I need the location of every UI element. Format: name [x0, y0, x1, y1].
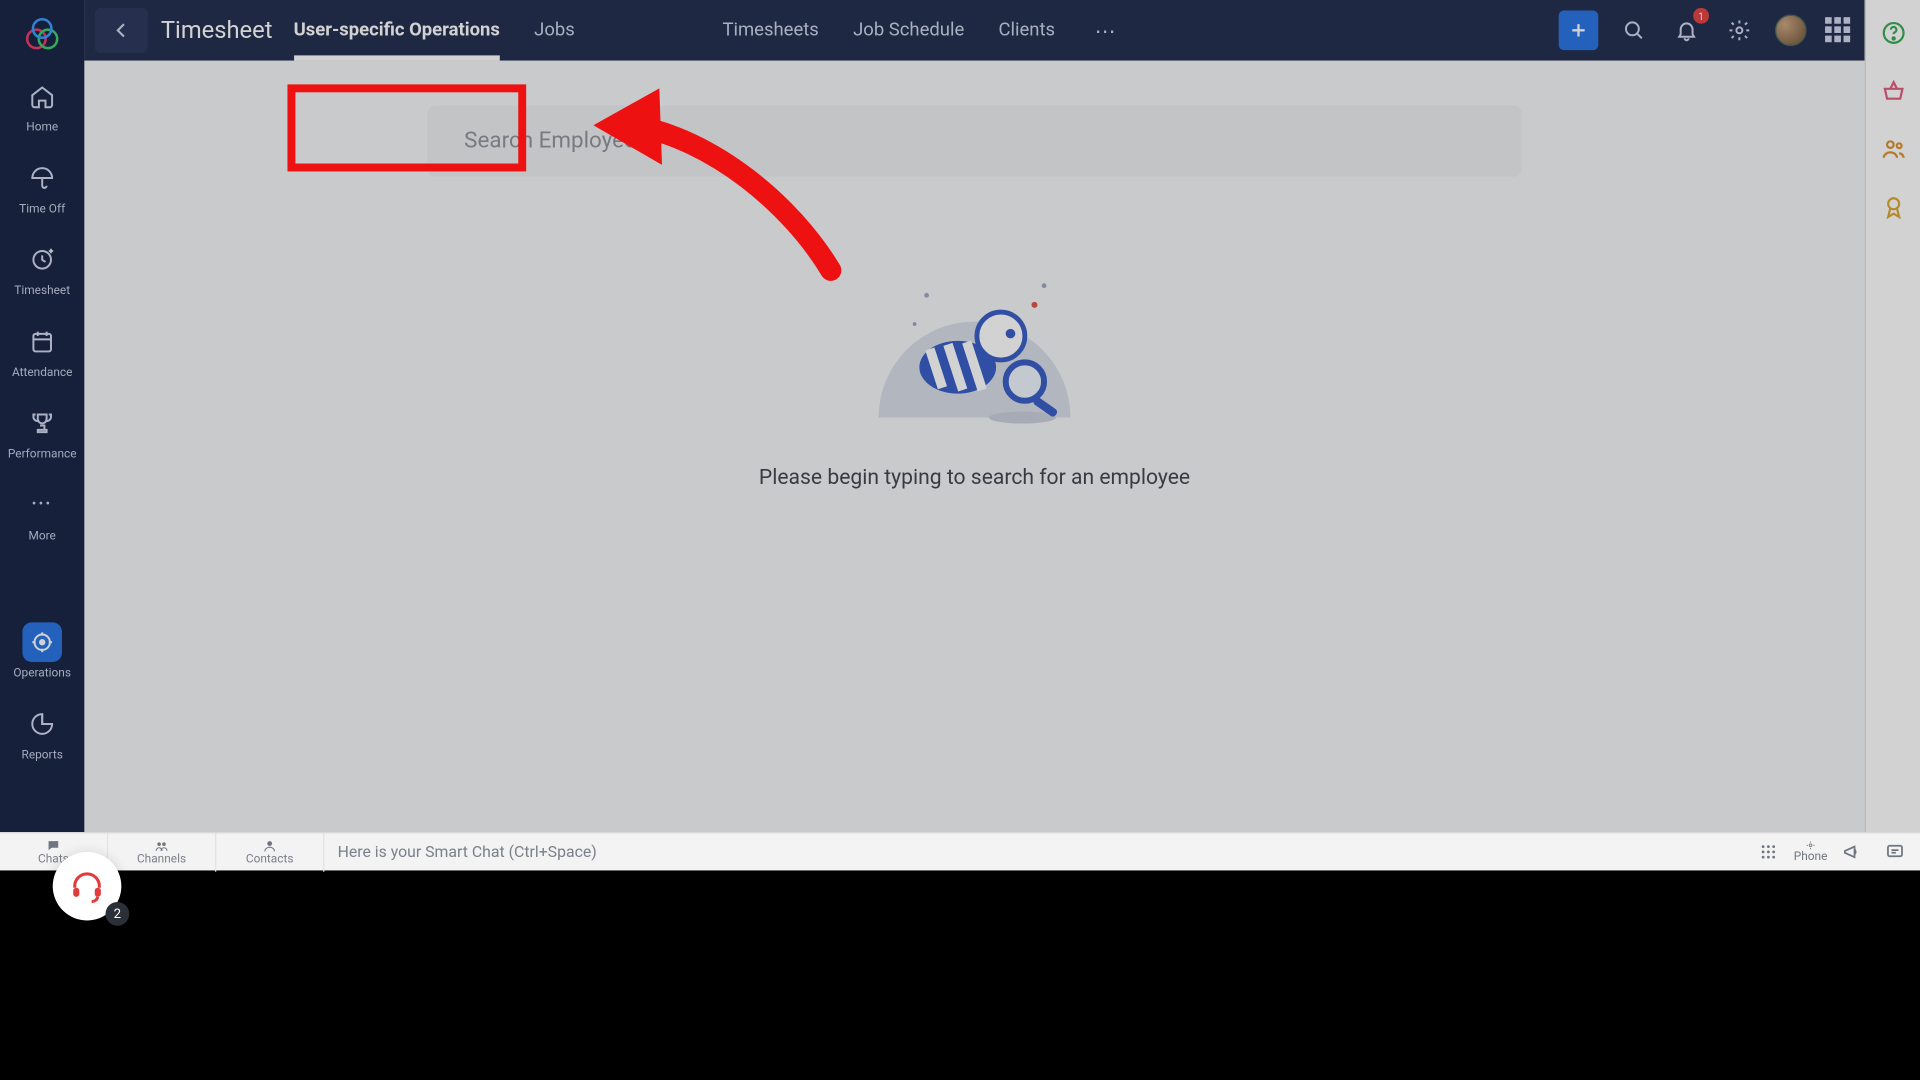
- trophy-icon: [29, 410, 55, 436]
- operations-icon: [29, 629, 55, 655]
- basket-button[interactable]: [1878, 76, 1907, 105]
- rail-item-performance[interactable]: Performance: [0, 393, 84, 475]
- right-utility-panel: [1865, 0, 1920, 832]
- rail-label: More: [29, 530, 56, 543]
- rail-label: Reports: [22, 749, 63, 762]
- tab-label: Jobs: [534, 20, 575, 41]
- pie-chart-icon: [29, 711, 55, 737]
- dialpad-button[interactable]: [1757, 840, 1781, 864]
- gear-small-icon: [1803, 840, 1819, 851]
- help-circle-icon: [1880, 20, 1906, 46]
- home-icon: [29, 83, 55, 109]
- headset-icon: [69, 868, 106, 905]
- channels-icon: [153, 838, 170, 853]
- user-avatar[interactable]: [1775, 15, 1807, 47]
- chat-bar-right: Phone: [1757, 840, 1920, 864]
- top-tabs: User-specific Operations Jobs Timesheets…: [294, 0, 1121, 61]
- award-icon: [1880, 194, 1906, 220]
- dialpad-icon: [1758, 841, 1779, 862]
- rail-label: Home: [26, 121, 58, 134]
- top-right-actions: 1: [1559, 11, 1865, 51]
- clock-plus-icon: [29, 247, 55, 273]
- tab-user-specific-operations[interactable]: User-specific Operations: [294, 0, 500, 61]
- settings-button[interactable]: [1722, 13, 1756, 47]
- smart-chat-placeholder[interactable]: Here is your Smart Chat (Ctrl+Space): [324, 843, 1756, 861]
- phone-button[interactable]: Phone: [1799, 840, 1823, 864]
- gear-icon: [1727, 18, 1751, 42]
- tab-label: Job Schedule: [853, 20, 964, 41]
- rail-item-home[interactable]: Home: [0, 66, 84, 148]
- chat-tab-channels[interactable]: Channels: [108, 833, 216, 871]
- notifications-button[interactable]: 1: [1669, 13, 1703, 47]
- main-content: Please begin typing to search for an emp…: [84, 61, 1864, 832]
- search-icon: [1622, 18, 1646, 42]
- apps-launcher-button[interactable]: [1825, 17, 1851, 43]
- help-button[interactable]: [1878, 18, 1907, 47]
- tab-clients[interactable]: Clients: [999, 0, 1056, 61]
- top-bar: Timesheet User-specific Operations Jobs …: [84, 0, 1864, 61]
- rail-item-more[interactable]: ••• More: [0, 475, 84, 557]
- bell-icon: [1675, 18, 1699, 42]
- chat-tab-label: Channels: [137, 853, 186, 866]
- inbox-button[interactable]: [1883, 840, 1907, 864]
- chat-tab-contacts[interactable]: Contacts: [216, 833, 324, 871]
- empty-state-illustration: [843, 235, 1107, 433]
- tab-timesheets[interactable]: Timesheets: [722, 0, 818, 61]
- rail-item-reports[interactable]: Reports: [0, 694, 84, 776]
- calendar-icon: [29, 328, 55, 354]
- rail-label: Time Off: [19, 203, 65, 216]
- phone-label: Phone: [1794, 851, 1828, 864]
- announce-button[interactable]: [1841, 840, 1865, 864]
- back-button[interactable]: [95, 8, 148, 53]
- rail-label: Attendance: [12, 367, 72, 380]
- tab-label: Clients: [999, 20, 1056, 41]
- people-button[interactable]: [1878, 135, 1907, 164]
- basket-icon: [1880, 78, 1906, 104]
- tab-job-schedule[interactable]: Job Schedule: [853, 0, 964, 61]
- tabs-overflow-button[interactable]: ⋯: [1089, 0, 1121, 61]
- people-icon: [1880, 136, 1906, 162]
- rail-item-attendance[interactable]: Attendance: [0, 311, 84, 393]
- empty-state-hint: Please begin typing to search for an emp…: [84, 464, 1864, 489]
- badge-button[interactable]: [1878, 193, 1907, 222]
- ellipsis-icon: •••: [32, 498, 53, 511]
- contacts-icon: [261, 838, 278, 853]
- notification-badge: 1: [1693, 8, 1709, 24]
- app-logo-icon: [24, 16, 61, 53]
- employee-search-wrap: [427, 105, 1522, 176]
- floating-help-count-badge: 2: [105, 902, 129, 926]
- rail-item-operations[interactable]: Operations: [0, 612, 84, 694]
- left-nav-rail: Home Time Off Timesheet Attendance Perfo…: [0, 0, 84, 832]
- umbrella-icon: [29, 165, 55, 191]
- chat-tab-label: Contacts: [246, 853, 294, 866]
- chat-icon: [45, 838, 62, 853]
- search-button[interactable]: [1617, 13, 1651, 47]
- plus-icon: [1568, 20, 1589, 41]
- arrow-left-icon: [111, 20, 132, 41]
- section-title: Timesheet: [161, 16, 273, 44]
- megaphone-icon: [1842, 841, 1863, 862]
- tab-label: Timesheets: [722, 20, 818, 41]
- chat-bar: Chats Channels Contacts Here is your Sma…: [0, 832, 1920, 870]
- tab-jobs[interactable]: Jobs: [534, 0, 575, 61]
- rail-label: Timesheet: [14, 285, 70, 298]
- rail-label: Performance: [8, 448, 77, 461]
- rail-label: Operations: [13, 667, 71, 680]
- rail-item-timeoff[interactable]: Time Off: [0, 148, 84, 230]
- tab-label: User-specific Operations: [294, 20, 500, 41]
- rail-item-timesheet[interactable]: Timesheet: [0, 229, 84, 311]
- message-square-icon: [1884, 841, 1905, 862]
- employee-search-input[interactable]: [464, 128, 1485, 154]
- add-button[interactable]: [1559, 11, 1599, 51]
